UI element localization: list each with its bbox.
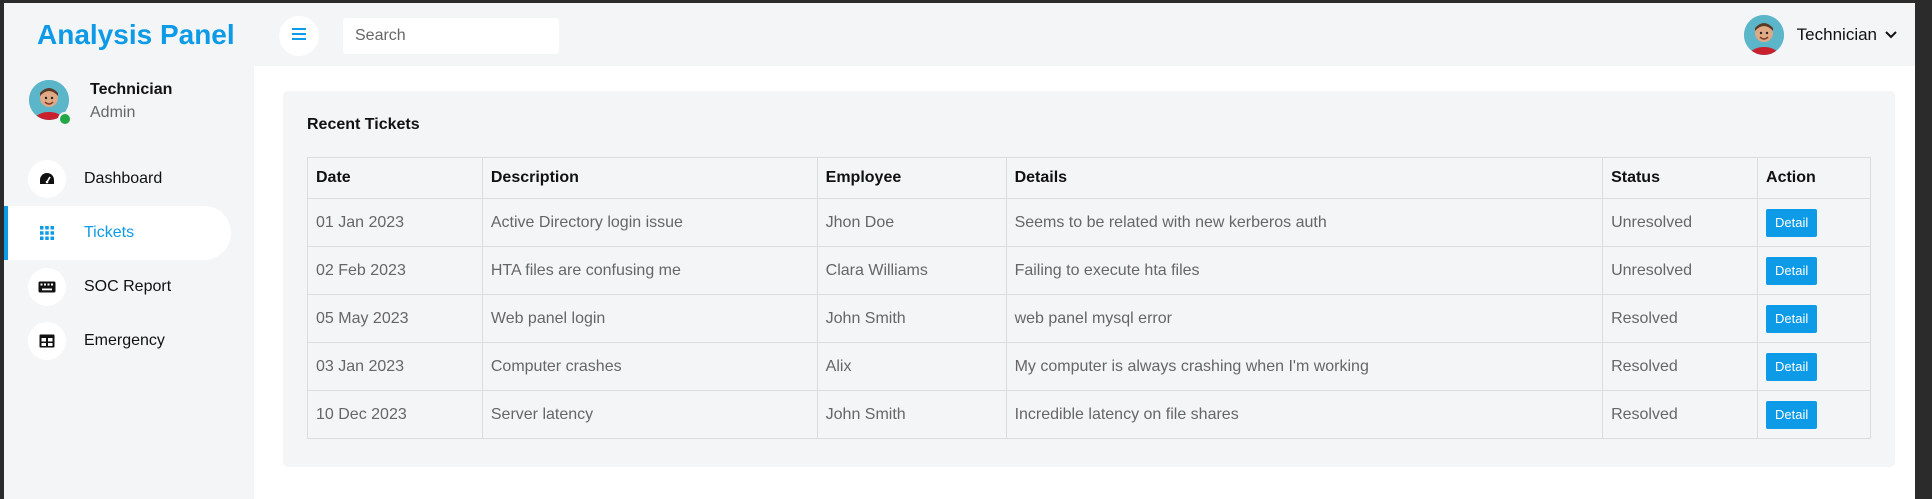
cell-details: web panel mysql error [1005, 294, 1604, 343]
table-row: 01 Jan 2023 Active Directory login issue… [307, 198, 1871, 247]
avatar [1743, 15, 1784, 55]
column-header-description[interactable]: Description [481, 157, 818, 199]
table-header-row: Date Description Employee Details Status… [307, 157, 1871, 199]
cell-employee: Jhon Doe [816, 198, 1007, 247]
sidebar-item-soc-report[interactable]: SOC Report [4, 260, 254, 314]
online-status-indicator [58, 112, 72, 126]
cell-details: Incredible latency on file shares [1005, 390, 1604, 439]
brand-title[interactable]: Analysis Panel [37, 15, 235, 55]
cell-action: Detail [1757, 294, 1871, 343]
detail-button[interactable]: Detail [1766, 208, 1818, 237]
detail-button[interactable]: Detail [1766, 400, 1818, 429]
user-name: Technician [1796, 25, 1877, 44]
table-icon [28, 322, 66, 360]
cell-action: Detail [1757, 342, 1871, 391]
cell-action: Detail [1757, 246, 1871, 295]
detail-button[interactable]: Detail [1766, 352, 1818, 381]
menu-toggle-button[interactable] [279, 16, 319, 56]
cell-details: My computer is always crashing when I'm … [1005, 342, 1604, 391]
column-header-action: Action [1757, 157, 1871, 199]
cell-date: 01 Jan 2023 [307, 198, 483, 247]
cell-status: Resolved [1602, 342, 1759, 391]
column-header-status[interactable]: Status [1602, 157, 1759, 199]
cell-details: Failing to execute hta files [1005, 246, 1604, 295]
cell-date: 10 Dec 2023 [307, 390, 483, 439]
keyboard-icon [28, 268, 66, 306]
sidebar-nav: Dashboard Tickets SOC Report Emergency [4, 152, 254, 368]
cell-status: Unresolved [1602, 198, 1759, 247]
cell-description: Computer crashes [481, 342, 818, 391]
cell-action: Detail [1757, 390, 1871, 439]
tickets-table: Date Description Employee Details Status… [307, 157, 1871, 439]
recent-tickets-card: Recent Tickets Date Description Employee… [283, 91, 1895, 467]
cell-status: Resolved [1602, 294, 1759, 343]
sidebar-profile-info: Technician Admin [90, 80, 172, 122]
detail-button[interactable]: Detail [1766, 304, 1818, 333]
cell-description: Active Directory login issue [481, 198, 818, 247]
cell-date: 05 May 2023 [307, 294, 483, 343]
cell-description: Web panel login [481, 294, 818, 343]
card-title: Recent Tickets [307, 116, 420, 133]
sidebar: Technician Admin Dashboard Tickets SOC R… [4, 66, 254, 499]
cell-employee: John Smith [816, 390, 1007, 439]
cell-status: Unresolved [1602, 246, 1759, 295]
cell-status: Resolved [1602, 390, 1759, 439]
cell-date: 03 Jan 2023 [307, 342, 483, 391]
sidebar-user-role: Admin [90, 104, 136, 121]
sidebar-item-label: Dashboard [84, 170, 163, 187]
sidebar-item-label: Emergency [84, 332, 165, 349]
sidebar-profile: Technician Admin [29, 80, 172, 122]
cell-action: Detail [1757, 198, 1871, 247]
cell-description: HTA files are confusing me [481, 246, 818, 295]
grid-icon [28, 214, 66, 252]
column-header-date[interactable]: Date [307, 157, 483, 199]
table-row: 02 Feb 2023 HTA files are confusing me C… [307, 246, 1871, 295]
hamburger-icon [291, 27, 307, 46]
table-row: 10 Dec 2023 Server latency John Smith In… [307, 390, 1871, 439]
sidebar-item-emergency[interactable]: Emergency [4, 314, 254, 368]
top-bar: Analysis Panel Search Technician [4, 3, 1915, 66]
detail-button[interactable]: Detail [1766, 256, 1818, 285]
table-row: 05 May 2023 Web panel login John Smith w… [307, 294, 1871, 343]
app-window: Analysis Panel Search Technician Technic… [4, 3, 1915, 499]
window-scrollbar[interactable] [1915, 0, 1932, 499]
speedometer-icon [28, 160, 66, 198]
cell-employee: Clara Williams [816, 246, 1007, 295]
cell-employee: John Smith [816, 294, 1007, 343]
table-row: 03 Jan 2023 Computer crashes Alix My com… [307, 342, 1871, 391]
column-header-details[interactable]: Details [1005, 157, 1604, 199]
cell-details: Seems to be related with new kerberos au… [1005, 198, 1604, 247]
cell-description: Server latency [481, 390, 818, 439]
search-input[interactable] [343, 18, 559, 54]
sidebar-item-label: SOC Report [84, 278, 172, 295]
cell-date: 02 Feb 2023 [307, 246, 483, 295]
sidebar-item-dashboard[interactable]: Dashboard [4, 152, 254, 206]
user-menu[interactable]: Technician [1743, 15, 1897, 55]
cell-employee: Alix [816, 342, 1007, 391]
chevron-down-icon [1885, 26, 1897, 44]
sidebar-item-label: Tickets [84, 224, 135, 241]
column-header-employee[interactable]: Employee [816, 157, 1007, 199]
sidebar-user-name: Technician [90, 81, 173, 98]
sidebar-item-tickets[interactable]: Tickets [4, 206, 231, 260]
